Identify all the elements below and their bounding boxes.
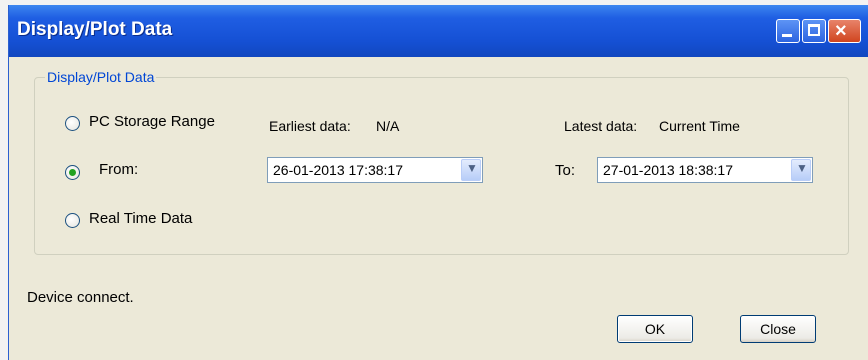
- pc-storage-radio[interactable]: [65, 116, 80, 131]
- chevron-down-icon: ▼: [466, 161, 478, 175]
- real-time-label[interactable]: Real Time Data: [89, 210, 192, 227]
- close-icon: ×: [835, 20, 847, 42]
- dialog-body: Display/Plot Data PC Storage Range Earli…: [9, 57, 868, 360]
- latest-data-label: Latest data:: [564, 118, 638, 134]
- from-radio[interactable]: [65, 165, 80, 180]
- to-dropdown-button[interactable]: ▼: [791, 159, 811, 181]
- close-button[interactable]: Close: [740, 315, 816, 343]
- to-label: To:: [555, 162, 576, 179]
- real-time-radio[interactable]: [65, 213, 80, 228]
- dialog-window: Display/Plot Data × Display/Plot Data PC…: [8, 5, 868, 360]
- from-datetime-dropdown[interactable]: 26-01-2013 17:38:17 ▼: [267, 157, 483, 183]
- radio-selected-dot: [69, 169, 76, 176]
- earliest-data-label: Earliest data:: [269, 118, 351, 134]
- window-title: Display/Plot Data: [17, 19, 173, 40]
- maximize-button[interactable]: [802, 19, 826, 43]
- pc-storage-label[interactable]: PC Storage Range: [89, 113, 215, 130]
- status-text: Device connect.: [27, 289, 134, 306]
- close-window-button[interactable]: ×: [828, 19, 861, 43]
- from-label[interactable]: From:: [99, 161, 138, 178]
- maximize-icon: [808, 24, 820, 36]
- from-dropdown-button[interactable]: ▼: [461, 159, 481, 181]
- minimize-icon: [782, 34, 792, 37]
- to-datetime-value: 27-01-2013 18:38:17: [603, 162, 733, 178]
- chevron-down-icon: ▼: [796, 161, 808, 175]
- earliest-data-value: N/A: [376, 118, 400, 134]
- display-plot-group: Display/Plot Data PC Storage Range Earli…: [34, 69, 849, 255]
- to-datetime-dropdown[interactable]: 27-01-2013 18:38:17 ▼: [597, 157, 813, 183]
- latest-data-value: Current Time: [659, 118, 740, 134]
- minimize-button[interactable]: [776, 19, 800, 43]
- title-bar[interactable]: Display/Plot Data ×: [9, 5, 868, 57]
- from-datetime-value: 26-01-2013 17:38:17: [273, 162, 403, 178]
- ok-button[interactable]: OK: [617, 315, 693, 343]
- group-legend: Display/Plot Data: [45, 69, 157, 85]
